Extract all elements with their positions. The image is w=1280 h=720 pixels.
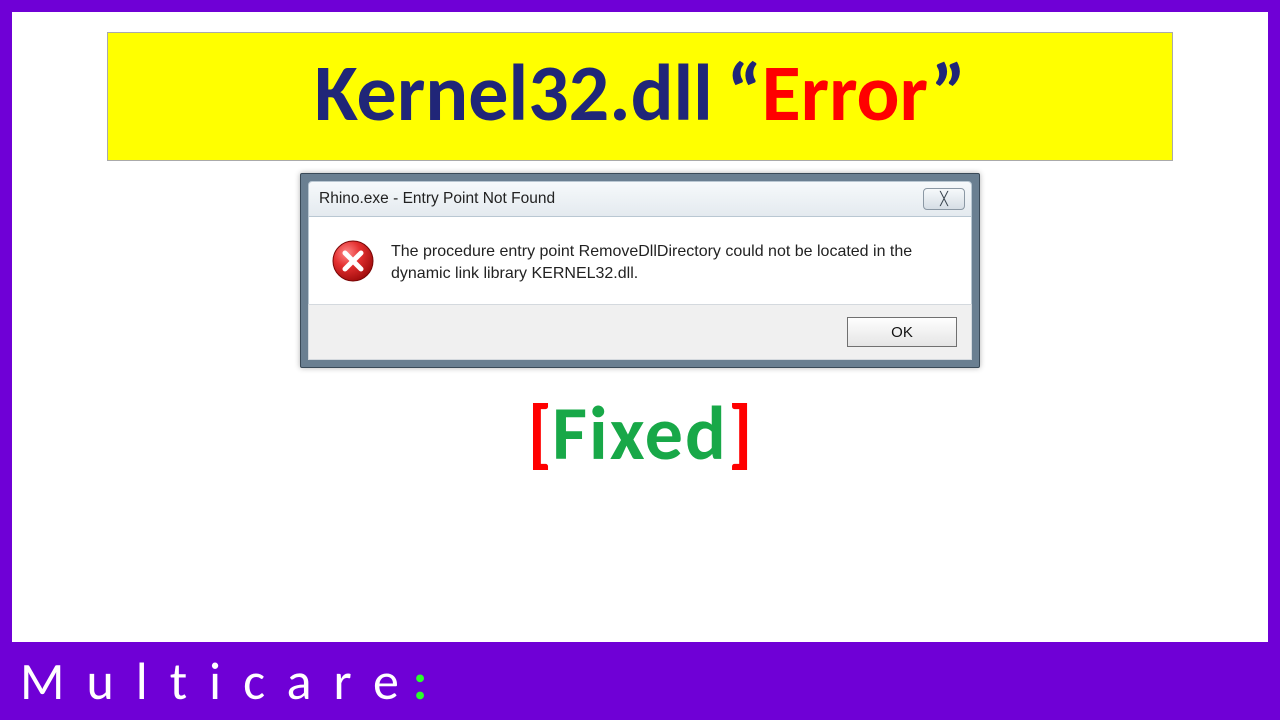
thumbnail-frame: Kernel32.dll “Error” Rhino.exe - Entry P… [0,0,1280,720]
ok-button[interactable]: OK [847,317,957,347]
dialog-container: Rhino.exe - Entry Point Not Found ╳ [12,173,1268,368]
dialog-title: Rhino.exe - Entry Point Not Found [319,190,555,208]
dialog-message: The procedure entry point RemoveDllDirec… [391,239,949,284]
headline-band: Kernel32.dll “Error” [107,32,1173,161]
ok-button-label: OK [891,324,913,341]
error-icon [331,239,375,283]
headline-main-text: Kernel32.dll [314,45,713,142]
brand-colon: : [413,649,427,713]
bracket-open: [ [527,388,552,480]
fixed-caption: [Fixed] [12,388,1268,480]
dialog-titlebar: Rhino.exe - Entry Point Not Found ╳ [308,181,972,217]
headline-error-wrap: “Error” [727,45,966,142]
brand-bar: Multicare : [0,642,1280,720]
dialog-footer: OK [308,304,972,360]
brand-name: Multicare [20,649,421,713]
close-quote: ” [931,45,966,142]
bracket-close: ] [728,388,753,480]
close-icon: ╳ [940,191,948,207]
close-button[interactable]: ╳ [923,188,965,210]
headline-error-text: Error [762,45,931,142]
open-quote: “ [727,45,762,142]
fixed-word: Fixed [552,388,728,480]
error-dialog: Rhino.exe - Entry Point Not Found ╳ [300,173,980,368]
dialog-body: The procedure entry point RemoveDllDirec… [308,217,972,304]
